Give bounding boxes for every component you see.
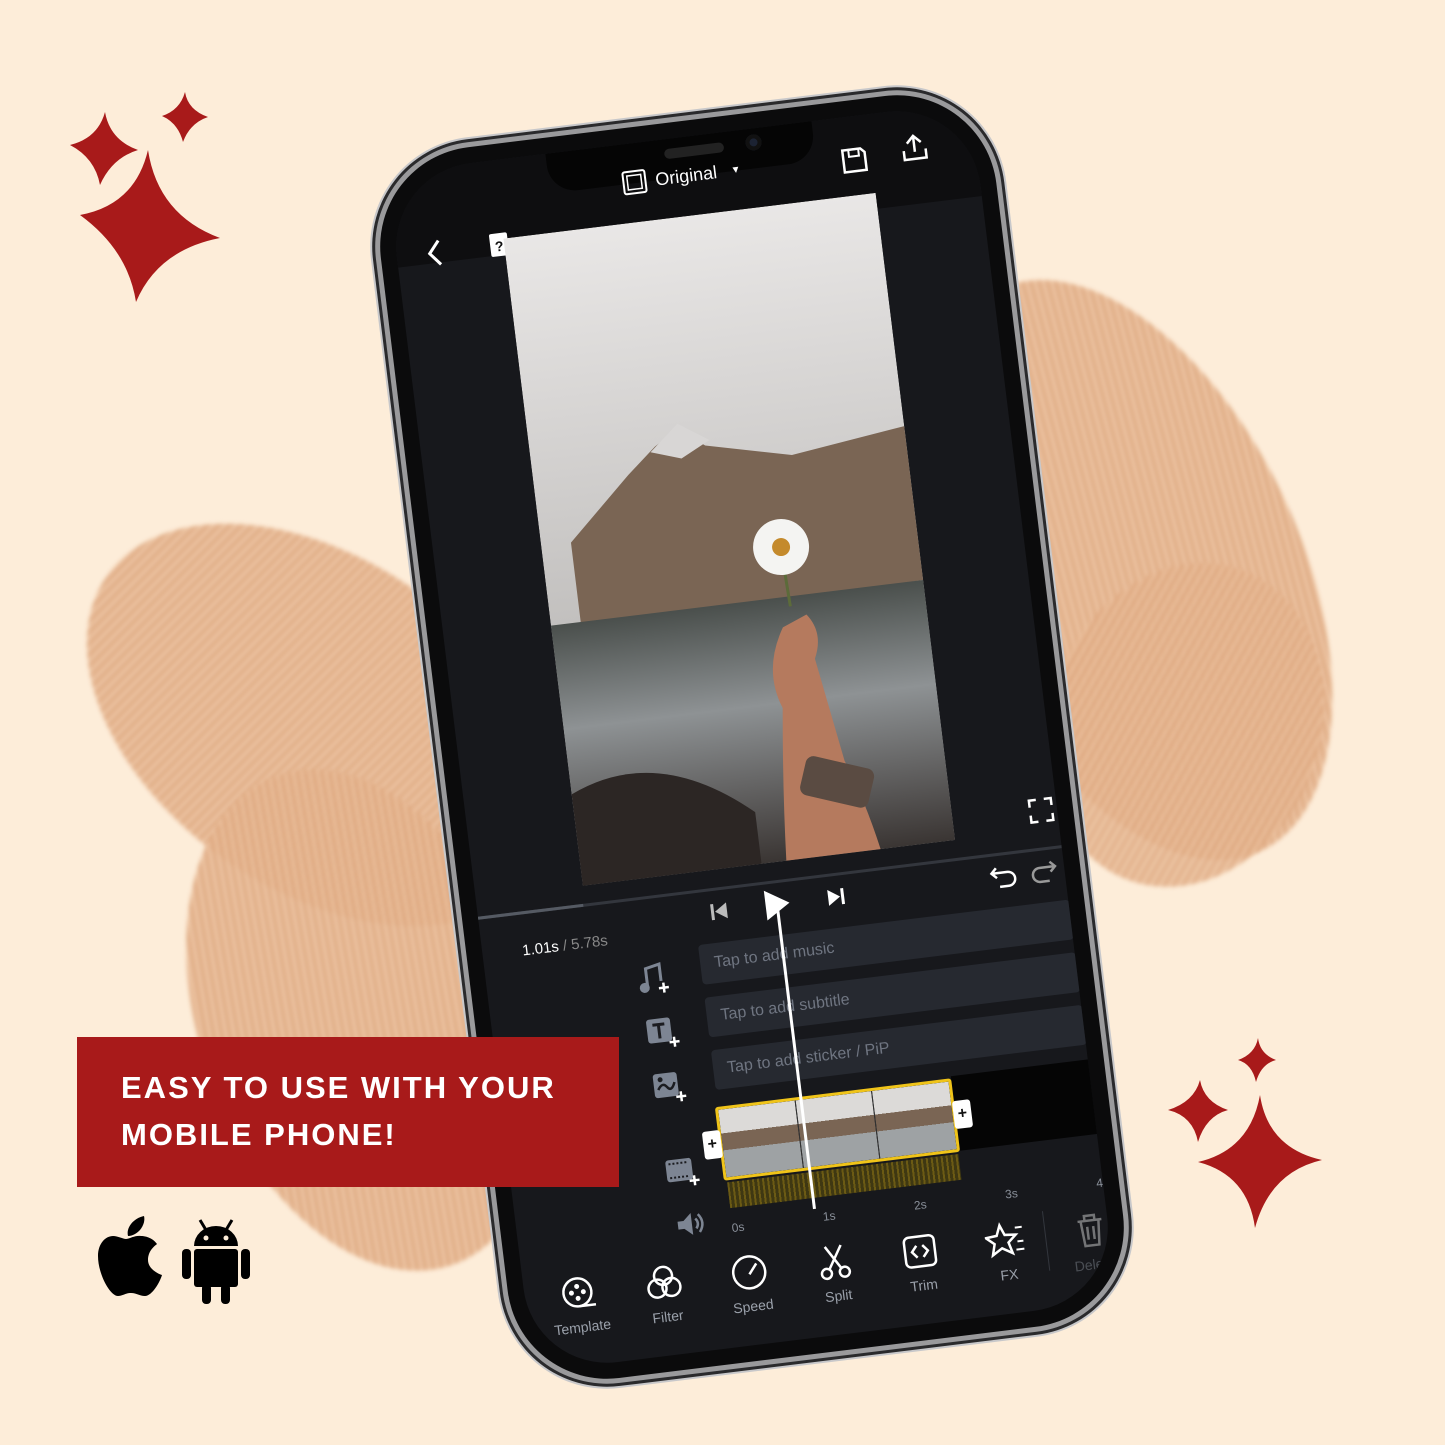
video-preview	[503, 192, 956, 886]
back-icon[interactable]	[423, 237, 447, 269]
timeline-dark-area	[950, 1058, 1109, 1151]
tool-trim[interactable]: Trim	[878, 1227, 965, 1298]
redo-icon[interactable]	[1027, 857, 1060, 886]
aspect-ratio-icon	[621, 169, 648, 196]
dropdown-icon: ▼	[730, 163, 742, 176]
volume-icon[interactable]	[673, 1208, 708, 1240]
save-icon[interactable]	[839, 145, 870, 176]
add-music-icon[interactable]	[635, 960, 673, 998]
aspect-label: Original	[654, 161, 719, 190]
add-text-icon[interactable]	[643, 1014, 681, 1052]
tool-filter[interactable]: Filter	[622, 1258, 709, 1329]
trash-icon	[1077, 1213, 1102, 1248]
undo-icon[interactable]	[987, 862, 1020, 891]
current-time: 1.01s	[521, 938, 560, 960]
filter-circles-icon	[647, 1265, 682, 1299]
add-clip-icon[interactable]	[663, 1153, 703, 1191]
headline-line-2: MOBILE PHONE!	[121, 1117, 397, 1152]
trim-icon	[902, 1233, 938, 1269]
fullscreen-icon[interactable]	[1025, 795, 1056, 826]
add-sticker-icon[interactable]	[650, 1069, 688, 1107]
tool-split[interactable]: Split	[792, 1237, 879, 1308]
tool-delete[interactable]: Delete	[1049, 1206, 1118, 1277]
apple-logo	[98, 1216, 162, 1296]
add-clip-before-button[interactable]: +	[701, 1129, 724, 1160]
clip-thumbnail	[718, 1100, 803, 1178]
total-time: 5.78s	[570, 932, 609, 954]
tool-template[interactable]: Template	[536, 1269, 623, 1340]
star-fx-icon	[983, 1222, 1025, 1259]
headline-line-1: EASY TO USE WITH YOUR	[121, 1070, 556, 1105]
android-logo	[182, 1219, 250, 1304]
tool-speed[interactable]: Speed	[707, 1248, 794, 1319]
progress-fill	[477, 903, 584, 920]
speedometer-icon	[731, 1255, 767, 1290]
sparkle-icon	[1168, 1038, 1322, 1228]
skip-start-icon[interactable]	[708, 899, 731, 923]
share-icon[interactable]	[898, 131, 931, 164]
camera-icon	[744, 133, 763, 152]
time-readout: 1.01s / 5.78s	[521, 932, 609, 960]
sparkle-icon	[70, 92, 220, 302]
scissors-icon	[820, 1244, 852, 1281]
promo-banner: EASY TO USE WITH YOUR MOBILE PHONE!	[77, 1037, 619, 1187]
add-clip-after-button[interactable]: +	[951, 1099, 974, 1130]
tool-fx[interactable]: FX	[963, 1216, 1050, 1287]
template-reel-icon	[562, 1277, 597, 1308]
skip-end-icon[interactable]	[825, 885, 848, 909]
clip-thumbnail	[871, 1081, 957, 1159]
